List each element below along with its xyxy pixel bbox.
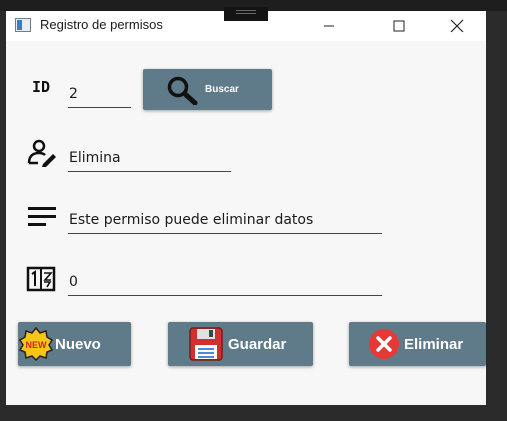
number-value: 0: [69, 274, 78, 290]
id-value: 2: [69, 86, 78, 102]
name-value: Elimina: [69, 150, 121, 166]
description-field[interactable]: Este permiso puede eliminar datos: [68, 197, 382, 234]
new-badge-icon: NEW: [19, 327, 53, 361]
delete-button[interactable]: Eliminar: [349, 322, 486, 366]
name-field[interactable]: Elimina: [68, 135, 231, 172]
user-edit-icon: [27, 139, 56, 167]
text-lines-icon: [28, 207, 56, 226]
window-title: Registro de permisos: [40, 17, 163, 32]
id-label: ID: [32, 78, 51, 96]
delete-x-icon: [369, 329, 399, 359]
close-icon: [450, 19, 464, 33]
svg-text:NEW: NEW: [26, 340, 48, 350]
window-grip: [224, 7, 268, 21]
search-icon: [167, 76, 198, 105]
new-label: Nuevo: [55, 335, 101, 353]
minimize-button[interactable]: [306, 11, 352, 41]
floppy-disk-icon: [189, 327, 223, 361]
number-field[interactable]: 0: [68, 259, 382, 296]
save-button[interactable]: Guardar: [168, 322, 313, 366]
new-button[interactable]: NEW Nuevo: [18, 322, 131, 366]
id-field[interactable]: 2: [68, 71, 131, 108]
search-label: Buscar: [205, 84, 239, 95]
save-label: Guardar: [228, 335, 287, 353]
delete-label: Eliminar: [404, 335, 464, 353]
close-button[interactable]: [434, 11, 480, 41]
search-button[interactable]: Buscar: [143, 69, 272, 110]
number-icon: [26, 266, 56, 292]
description-value: Este permiso puede eliminar datos: [69, 212, 314, 228]
maximize-button[interactable]: [376, 11, 422, 41]
maximize-icon: [393, 20, 405, 32]
app-icon: [15, 18, 31, 32]
minimize-icon: [324, 25, 334, 27]
app-window: Registro de permisos ID 2 Buscar Elimina: [6, 11, 486, 405]
